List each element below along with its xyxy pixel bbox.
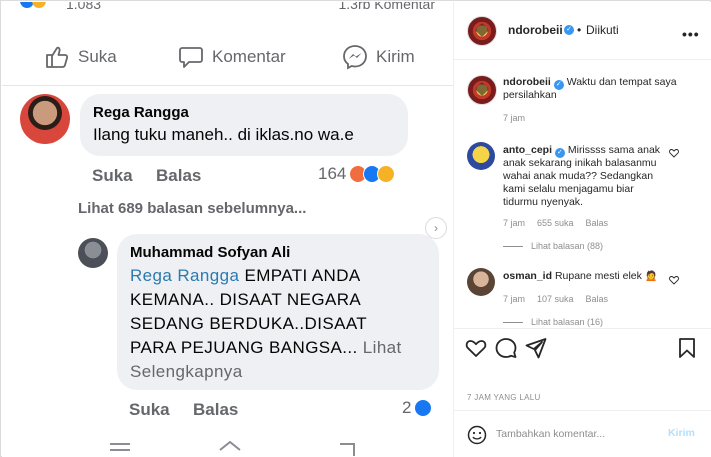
comment-like-link: Suka bbox=[129, 400, 170, 419]
comment-text: Rega Rangga EMPATI ANDA KEMANA.. DISAAT … bbox=[130, 266, 402, 381]
view-replies-label: Lihat balasan (16) bbox=[531, 317, 604, 327]
reaction-count: 2 bbox=[402, 398, 412, 417]
separator-dot: • bbox=[577, 23, 582, 37]
post-comment-button[interactable]: Kirim bbox=[668, 427, 695, 439]
view-replies-label: Lihat balasan (88) bbox=[531, 241, 604, 251]
fb-like-label: Suka bbox=[78, 47, 117, 66]
comment-reply-link: Balas bbox=[156, 166, 202, 185]
menu-nav-icon bbox=[110, 443, 130, 451]
caption: ndorobeii ✓ Waktu dan tempat saya persil… bbox=[503, 76, 683, 102]
comment-likes[interactable]: 107 suka bbox=[537, 294, 574, 304]
caption-meta: 7 jam bbox=[503, 113, 525, 123]
more-options-icon[interactable]: ••• bbox=[682, 26, 700, 42]
comment-reactions: 2 bbox=[402, 398, 433, 418]
avatar[interactable] bbox=[467, 268, 495, 296]
commenter-name: Muhammad Sofyan Ali bbox=[130, 244, 291, 261]
comment-reply-link: Balas bbox=[193, 400, 239, 419]
comment-bubble-icon bbox=[179, 47, 203, 68]
back-nav-icon bbox=[340, 443, 355, 456]
comment-bubble: Muhammad Sofyan Ali Rega Rangga EMPATI A… bbox=[117, 234, 439, 390]
comment-username[interactable]: osman_id bbox=[503, 270, 552, 282]
heart-icon[interactable] bbox=[669, 148, 679, 158]
carousel-next-arrow-icon[interactable]: › bbox=[425, 217, 447, 239]
comment-composer: Kirim bbox=[454, 410, 711, 457]
verified-badge-icon: ✓ bbox=[554, 148, 565, 158]
heart-icon[interactable] bbox=[669, 275, 679, 285]
fb-send-label: Kirim bbox=[376, 47, 415, 66]
verified-badge-icon: ✓ bbox=[564, 25, 574, 35]
comment-meta: 7 jam 655 suka Balas bbox=[503, 218, 608, 228]
comment: anto_cepi ✓ Mirissss sama anak anak seka… bbox=[503, 144, 663, 209]
comment-username[interactable]: anto_cepi bbox=[503, 144, 552, 156]
fb-reaction-summary: 1.083 1.3rb Komentar bbox=[2, 2, 453, 14]
comment-like-link: Suka bbox=[92, 166, 133, 185]
fb-send-button: Kirim bbox=[342, 43, 415, 71]
post-header: ndorobeii ✓ • Diikuti ••• bbox=[454, 2, 711, 60]
avatar[interactable] bbox=[467, 75, 497, 105]
mention-link: Rega Rangga bbox=[130, 266, 240, 285]
fb-like-button: Suka bbox=[44, 43, 117, 71]
like-heart-icon[interactable] bbox=[465, 337, 487, 359]
comment-bubble: Rega Rangga Ilang tuku maneh.. di iklas.… bbox=[80, 94, 408, 156]
post-image[interactable]: 1.083 1.3rb Komentar Suka Komentar Kirim… bbox=[2, 2, 453, 457]
reply-button[interactable]: Balas bbox=[586, 218, 609, 228]
avatar[interactable] bbox=[467, 142, 495, 170]
avatar bbox=[78, 238, 108, 268]
fb-comment-label: Komentar bbox=[212, 47, 286, 66]
see-more-link: Lihat bbox=[362, 338, 402, 357]
avatar bbox=[20, 94, 70, 144]
home-nav-icon bbox=[219, 440, 241, 451]
caption-time: 7 jam bbox=[503, 113, 526, 123]
post-timestamp: 7 JAM YANG LALU bbox=[467, 393, 541, 402]
like-emoji-icon bbox=[414, 399, 433, 417]
haha-emoji-icon bbox=[377, 165, 396, 183]
divider bbox=[503, 245, 523, 247]
comment-reactions: 164 bbox=[318, 164, 396, 184]
comment-total: 1.3rb Komentar bbox=[338, 2, 436, 12]
fb-action-bar: Suka Komentar Kirim bbox=[2, 14, 453, 86]
divider bbox=[503, 321, 523, 323]
comment-meta: 7 jam 107 suka Balas bbox=[503, 294, 608, 304]
caption-username[interactable]: ndorobeii bbox=[503, 76, 551, 88]
comment-icon[interactable] bbox=[495, 337, 517, 359]
comment-time: 7 jam bbox=[503, 294, 526, 304]
comment-likes[interactable]: 655 suka bbox=[537, 218, 574, 228]
previous-replies-link: Lihat 689 balasan sebelumnya... bbox=[78, 200, 307, 217]
messenger-icon bbox=[343, 45, 367, 70]
post-sidebar: ndorobeii ✓ • Diikuti ••• ndorobeii ✓ Wa… bbox=[453, 2, 711, 457]
comment: osman_id Rupane mesti elek 🙍 bbox=[503, 270, 683, 283]
reaction-total: 1.083 bbox=[66, 2, 102, 12]
person-emoji-icon: 🙍 bbox=[644, 270, 658, 282]
comment-time: 7 jam bbox=[503, 218, 526, 228]
verified-badge-icon: ✓ bbox=[553, 80, 564, 90]
comment-text: Rupane mesti elek bbox=[554, 270, 642, 282]
reaction-count: 164 bbox=[318, 164, 347, 183]
instagram-post-modal: 1.083 1.3rb Komentar Suka Komentar Kirim… bbox=[0, 0, 711, 457]
view-replies-button[interactable]: Lihat balasan (88) bbox=[503, 241, 603, 251]
reaction-icons bbox=[20, 2, 46, 8]
avatar[interactable] bbox=[467, 16, 497, 46]
reply-button[interactable]: Balas bbox=[586, 294, 609, 304]
author-username[interactable]: ndorobeii bbox=[508, 23, 563, 37]
post-actions bbox=[454, 328, 711, 368]
commenter-name: Rega Rangga bbox=[93, 104, 189, 121]
follow-status-button[interactable]: Diikuti bbox=[586, 23, 619, 37]
comments-list: ndorobeii ✓ Waktu dan tempat saya persil… bbox=[454, 60, 711, 328]
view-replies-button[interactable]: Lihat balasan (16) bbox=[503, 317, 603, 327]
comment-input[interactable] bbox=[496, 425, 656, 443]
bookmark-icon[interactable] bbox=[676, 337, 698, 359]
share-icon[interactable] bbox=[525, 337, 547, 359]
fb-comment-thread: Rega Rangga Ilang tuku maneh.. di iklas.… bbox=[2, 86, 453, 457]
comment-text: Ilang tuku maneh.. di iklas.no wa.e bbox=[93, 125, 354, 144]
emoji-smiley-icon[interactable] bbox=[467, 425, 487, 445]
fb-comment-button: Komentar bbox=[178, 43, 286, 71]
thumbs-up-icon bbox=[46, 46, 69, 68]
